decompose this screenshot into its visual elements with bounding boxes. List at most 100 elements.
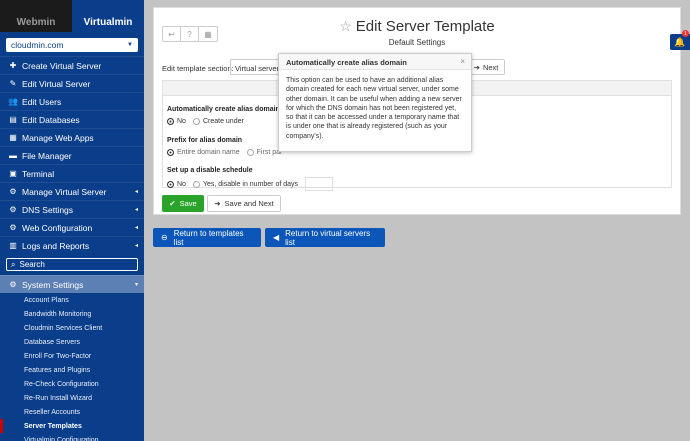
alias-create-label: Create under [202,118,244,125]
sidebar-item-label: Manage Virtual Server [22,186,107,197]
submenu-item-enroll-for-two-factor[interactable]: Enroll For Two-Factor [0,349,144,363]
sidebar-item-manage-web-apps[interactable]: ▦ Manage Web Apps [0,128,144,146]
tab-virtualmin[interactable]: Virtualmin [72,0,144,32]
page-subtitle: Default Settings [388,38,446,47]
domain-select-value: cloudmin.com [11,40,64,50]
submenu-item-account-plans[interactable]: Account Plans [0,293,144,307]
prefix-entire-radio[interactable] [167,149,174,156]
section-select[interactable]: Virtual server [230,59,282,75]
database-icon: ▤ [9,115,17,124]
alias-create-radio[interactable] [192,118,200,125]
return-to-templates-label: Return to templates list [173,228,244,247]
chevron-left-icon: ◂ [134,225,138,231]
disable-schedule-label[interactable]: Set up a disable schedule [167,167,253,174]
plus-icon: ✚ [9,61,17,70]
sidebar-search-placeholder: Search [19,260,45,269]
star-icon[interactable]: ☆ [339,18,352,34]
bell-icon: 🔔 [674,36,686,47]
check-icon: ✔ [169,199,176,208]
help-popover: Automatically create alias domain × This… [278,53,472,152]
sidebar: Webmin Virtualmin cloudmin.com ▼ ✚ Create… [0,0,144,441]
notification-count-badge: 1 [682,30,689,37]
return-to-servers-button[interactable]: ◀ Return to virtual servers list [265,228,385,247]
disable-yes-radio[interactable] [192,180,200,188]
system-settings-submenu: Account Plans Bandwidth Monitoring Cloudmi… [0,293,144,441]
alias-domain-label[interactable]: Automatically create alias domain [167,106,280,113]
submenu-item-bandwidth-monitoring[interactable]: Bandwidth Monitoring [0,307,144,321]
page-title: ☆ Edit Server Template [154,18,680,35]
return-to-templates-button[interactable]: ⊖ Return to templates list [153,228,261,247]
submenu-item-cloudmin-services-client[interactable]: Cloudmin Services Client [0,321,144,335]
page-title-text: Edit Server Template [355,18,495,35]
close-icon[interactable]: × [460,57,465,66]
chevron-down-icon: ▼ [127,42,133,48]
disable-no-radio[interactable] [167,180,174,188]
reports-icon: ▥ [9,241,17,250]
alias-no-radio[interactable] [167,118,174,125]
next-button[interactable]: ➔ Next [467,59,505,75]
product-tabs: Webmin Virtualmin [0,0,144,32]
chevron-left-icon: ◂ [134,243,138,249]
sidebar-item-label: System Settings [22,279,84,290]
domain-select[interactable]: cloudmin.com ▼ [6,38,138,52]
submenu-item-re-check-configuration[interactable]: Re-Check Configuration [0,377,144,391]
submenu-item-features-and-plugins[interactable]: Features and Plugins [0,363,144,377]
chevron-left-icon: ◂ [134,207,138,213]
sidebar-item-label: Edit Virtual Server [22,78,91,89]
alias-no-label: No [177,118,186,125]
sidebar-item-edit-users[interactable]: 👥 Edit Users [0,92,144,110]
sidebar-item-web-configuration[interactable]: ⚙ Web Configuration ◂ [0,218,144,236]
chevron-down-icon: ▾ [134,282,138,288]
arrow-right-circle-icon: ➜ [214,199,221,208]
edit-icon: ✎ [9,79,17,88]
sidebar-item-label: Web Configuration [22,222,93,233]
web-icon: ⚙ [9,223,17,232]
sidebar-item-create-virtual-server[interactable]: ✚ Create Virtual Server [0,56,144,74]
gear-icon: ⚙ [9,280,17,289]
arrow-right-icon: ➔ [473,62,480,72]
sidebar-item-terminal[interactable]: ▣ Terminal [0,164,144,182]
sidebar-item-edit-virtual-server[interactable]: ✎ Edit Virtual Server [0,74,144,92]
apps-icon: ▦ [9,133,17,142]
search-icon: ⌕ [11,259,16,269]
sidebar-item-label: DNS Settings [22,204,74,215]
sidebar-item-label: Edit Users [22,96,62,107]
alias-prefix-options: Entire domain name First par [167,149,289,156]
sidebar-item-label: Manage Web Apps [22,132,94,143]
alias-prefix-label[interactable]: Prefix for alias domain [167,137,242,144]
users-icon: 👥 [8,97,18,106]
save-button-label: Save [179,199,197,208]
submenu-item-database-servers[interactable]: Database Servers [0,335,144,349]
sidebar-search[interactable]: ⌕ Search [6,258,138,271]
sidebar-item-dns-settings[interactable]: ⚙ DNS Settings ◂ [0,200,144,218]
save-button[interactable]: ✔ Save [162,195,204,212]
folder-icon: ▬ [9,151,17,160]
arrow-left-circle-icon: ⊖ [161,233,168,242]
submenu-item-virtualmin-configuration[interactable]: Virtualmin Configuration [0,433,144,441]
disable-no-label: No [177,180,186,188]
tab-webmin[interactable]: Webmin [0,0,72,32]
arrow-left-icon: ◀ [273,233,280,242]
sidebar-item-label: Edit Databases [22,114,80,125]
alias-domain-options: No Create under [167,118,251,125]
sidebar-item-system-settings[interactable]: ⚙ System Settings ▾ [0,275,144,293]
submenu-item-reseller-accounts[interactable]: Reseller Accounts [0,405,144,419]
submenu-item-re-run-install-wizard[interactable]: Re-Run Install Wizard [0,391,144,405]
return-to-servers-label: Return to virtual servers list [285,228,371,247]
next-button-label: Next [482,62,499,72]
disable-days-input[interactable] [305,177,334,191]
sidebar-item-logs-and-reports[interactable]: ▥ Logs and Reports ◂ [0,236,144,254]
prefix-first-radio[interactable] [246,149,254,156]
sidebar-menu: ✚ Create Virtual Server ✎ Edit Virtual Serv… [0,56,144,254]
sidebar-item-file-manager[interactable]: ▬ File Manager [0,146,144,164]
sidebar-item-manage-virtual-server[interactable]: ⚙ Manage Virtual Server ◂ [0,182,144,200]
save-and-next-button[interactable]: ➜ Save and Next [207,195,281,212]
submenu-item-server-templates[interactable]: Server Templates [0,419,144,433]
popover-title: Automatically create alias domain [279,54,471,70]
sidebar-item-label: File Manager [22,150,72,161]
popover-body: This option can be used to have an addit… [286,77,462,140]
sidebar-item-label: Create Virtual Server [22,60,102,71]
sidebar-item-edit-databases[interactable]: ▤ Edit Databases [0,110,144,128]
dns-icon: ⚙ [9,205,17,214]
sidebar-item-label: Terminal [22,168,55,179]
